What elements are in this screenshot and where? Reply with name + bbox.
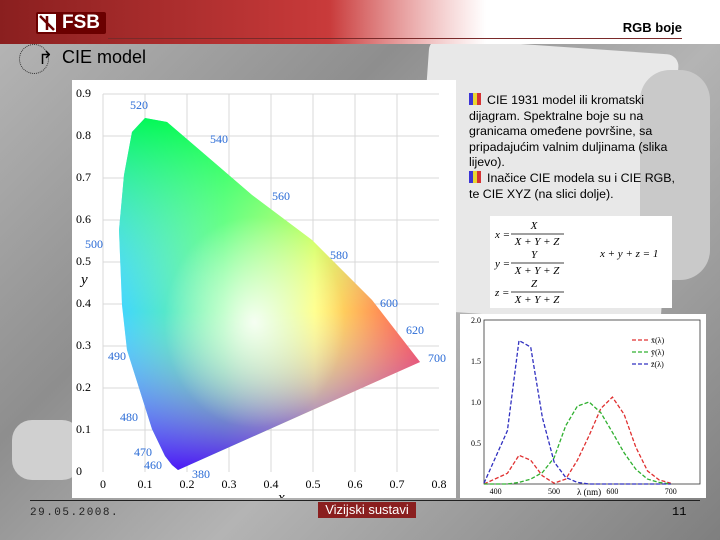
header-divider (108, 38, 682, 39)
x-tick-label: 0.7 (390, 477, 405, 491)
formula-denominator: X + Y + Z (514, 265, 561, 277)
wavelength-label: 520 (130, 98, 148, 112)
formula-lhs: z = (494, 287, 509, 299)
cmf-y-tick-label: 1.0 (471, 398, 481, 407)
cie-diagram-svg: 0 0.1 0.2 0.3 0.4 0.5 0.6 0.7 0.8 0.9 0 … (76, 86, 447, 506)
cmf-series-line (484, 401, 671, 485)
y-tick-label: 0.9 (76, 86, 91, 100)
wavelength-label: 540 (210, 132, 228, 146)
cmf-y-tick-label: 1.5 (471, 357, 481, 366)
fsb-logo: FSB (36, 12, 106, 34)
cmf-legend: x̄(λ) ȳ(λ) z̄(λ) (632, 336, 665, 369)
x-tick-label: 0.4 (264, 477, 279, 491)
cmf-x-tick-label: 500 (548, 487, 560, 496)
y-tick-label: 0.6 (76, 212, 91, 226)
formula-denominator: X + Y + Z (514, 294, 561, 306)
cmf-series (483, 339, 671, 485)
x-tick-label: 0 (100, 477, 106, 491)
page-number: 11 (672, 505, 687, 519)
cmf-axes: 400 500 600 700 0.5 1.0 1.5 2.0 λ (nm) (471, 316, 701, 497)
x-tick-label: 0.3 (222, 477, 237, 491)
x-axis-label: x (277, 490, 285, 498)
cmf-x-tick-label: 400 (490, 487, 502, 496)
y-tick-label: 0.8 (76, 128, 91, 142)
y-tick-label: 0.2 (76, 380, 91, 394)
y-tick-label: 0.3 (76, 338, 91, 352)
wavelength-label: 620 (406, 323, 424, 337)
cmf-x-axis-label: λ (nm) (577, 487, 601, 497)
bullet-icon (469, 93, 481, 105)
paragraph-text: Inačice CIE modela su i CIE RGB, te CIE … (469, 170, 675, 201)
y-tick-label: 0.7 (76, 170, 91, 184)
slide: FSB RGB boje ↱ CIE model 0 0.1 0.2 0.3 0… (0, 0, 720, 540)
logo-text: FSB (62, 12, 100, 33)
wavelength-label: 460 (144, 458, 162, 472)
wavelength-label: 500 (85, 237, 103, 251)
cie-chromaticity-diagram: 0 0.1 0.2 0.3 0.4 0.5 0.6 0.7 0.8 0.9 0 … (72, 80, 456, 506)
formula-lhs: y = (494, 258, 510, 270)
slide-title: CIE model (62, 47, 147, 67)
formula-lhs: x = (494, 229, 510, 241)
x-tick-label: 0.5 (306, 477, 321, 491)
cmf-legend-label: z̄(λ) (651, 360, 664, 369)
cmf-chart: 400 500 600 700 0.5 1.0 1.5 2.0 λ (nm) x̄(λ) ȳ(λ)… (460, 314, 706, 498)
x-tick-label: 0.1 (138, 477, 153, 491)
wavelength-label: 380 (192, 467, 210, 481)
cmf-chart-svg: 400 500 600 700 0.5 1.0 1.5 2.0 λ (nm) x̄(λ) ȳ(λ)… (471, 316, 701, 497)
footer-divider (30, 500, 700, 501)
footer-course-title: Vizijski sustavi (318, 502, 416, 518)
wavelength-label: 600 (380, 296, 398, 310)
arrow-icon: ↱ (38, 48, 54, 68)
cmf-legend-label: x̄(λ) (651, 336, 665, 345)
wavelength-label: 580 (330, 248, 348, 262)
y-tick-label: 0.1 (76, 422, 91, 436)
cmf-x-tick-label: 600 (606, 487, 618, 496)
wavelength-label: 560 (272, 189, 290, 203)
bullet-icon (469, 170, 481, 183)
cmf-series-line (483, 396, 671, 485)
xyz-formula: x = X X + Y + Z y = Y X + Y + Z z = Z X … (490, 216, 672, 308)
paragraph-text: CIE 1931 model ili kromatski dijagram. S… (469, 93, 668, 170)
wavelength-label: 700 (428, 351, 446, 365)
white-point-glow (119, 118, 420, 470)
y-tick-label: 0.4 (76, 296, 91, 310)
bullet-paragraph: Inačice CIE modela su i CIE RGB, te CIE … (469, 170, 683, 202)
header-title: RGB boje (622, 20, 682, 35)
cmf-legend-label: ȳ(λ) (651, 348, 665, 357)
formula-numerator: Y (531, 249, 539, 261)
x-tick-labels: 0 0.1 0.2 0.3 0.4 0.5 0.6 0.7 0.8 (100, 477, 447, 491)
wavelength-label: 480 (120, 410, 138, 424)
x-tick-label: 0.6 (348, 477, 363, 491)
logo-mark-icon (38, 14, 56, 32)
x-tick-label: 0.8 (432, 477, 447, 491)
formula-svg: x = X X + Y + Z y = Y X + Y + Z z = Z X … (494, 220, 658, 306)
y-tick-label: 0 (76, 464, 82, 478)
cmf-x-tick-label: 700 (665, 487, 677, 496)
wavelength-label: 490 (108, 349, 126, 363)
footer-date: 29.05.2008. (30, 507, 120, 519)
formula-numerator: X (530, 220, 539, 232)
y-axis-label: y (79, 272, 88, 288)
y-tick-label: 0.5 (76, 254, 91, 268)
formula-identity: x + y + z = 1 (599, 248, 658, 260)
wavelength-label: 470 (134, 445, 152, 459)
bullet-paragraph: CIE 1931 model ili kromatski dijagram. S… (469, 93, 683, 171)
cmf-y-tick-label: 0.5 (471, 439, 481, 448)
formula-denominator: X + Y + Z (514, 236, 561, 248)
formula-numerator: Z (531, 278, 538, 290)
body-text: CIE 1931 model ili kromatski dijagram. S… (469, 93, 683, 202)
cmf-y-tick-label: 2.0 (471, 316, 481, 325)
